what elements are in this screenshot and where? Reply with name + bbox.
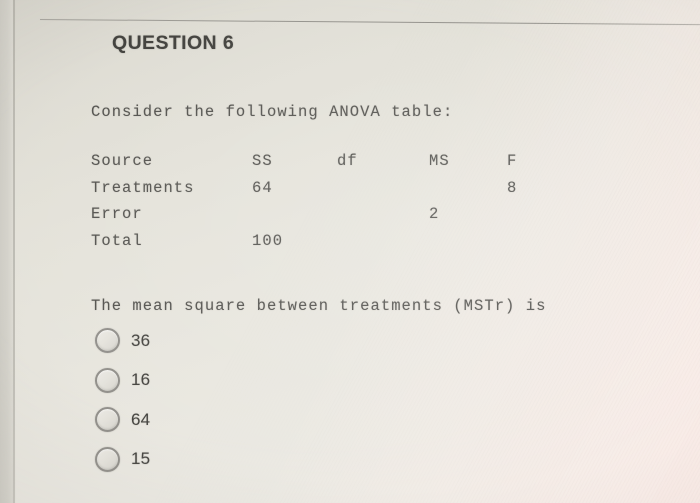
cell-df bbox=[337, 179, 429, 206]
column-header-f: F bbox=[507, 152, 518, 170]
answer-option-3[interactable]: 15 bbox=[95, 440, 150, 480]
cell-f: 8 bbox=[507, 178, 518, 197]
answer-option-label: 16 bbox=[131, 370, 151, 390]
cell-f bbox=[507, 232, 547, 259]
answer-options-list: 36 16 64 15 bbox=[95, 321, 150, 479]
cell-f bbox=[507, 205, 547, 232]
answer-option-label: 15 bbox=[131, 449, 151, 469]
radio-button-icon[interactable] bbox=[95, 367, 120, 393]
question-prompt-text: The mean square between treatments (MSTr… bbox=[91, 297, 547, 315]
cell-df bbox=[337, 205, 429, 232]
cell-ms: 2 bbox=[429, 205, 440, 223]
cell-ms bbox=[429, 232, 507, 259]
answer-option-2[interactable]: 64 bbox=[95, 400, 150, 440]
answer-option-label: 36 bbox=[131, 330, 151, 350]
answer-option-label: 64 bbox=[131, 409, 151, 429]
cell-ss: 64 bbox=[252, 178, 273, 197]
photographed-screen: QUESTION 6 Consider the following ANOVA … bbox=[0, 0, 700, 503]
radio-button-icon[interactable] bbox=[95, 328, 120, 354]
column-header-source: Source bbox=[91, 152, 154, 170]
anova-table: Source SS df MS F Treatments 64 8 Error bbox=[91, 152, 547, 258]
cell-ss bbox=[252, 205, 337, 232]
cell-source: Error bbox=[91, 205, 143, 223]
radio-button-icon[interactable] bbox=[95, 407, 120, 433]
cell-df bbox=[337, 232, 429, 259]
question-content: QUESTION 6 Consider the following ANOVA … bbox=[0, 0, 700, 503]
cell-source: Treatments bbox=[91, 178, 195, 197]
page-title: QUESTION 6 bbox=[112, 32, 235, 54]
answer-option-0[interactable]: 36 bbox=[95, 321, 150, 361]
column-header-ss: SS bbox=[252, 152, 273, 170]
answer-option-1[interactable]: 16 bbox=[95, 361, 150, 401]
column-header-df: df bbox=[337, 152, 358, 170]
table-row: Treatments 64 8 bbox=[91, 179, 547, 206]
table-header-row: Source SS df MS F bbox=[91, 152, 547, 179]
question-intro-text: Consider the following ANOVA table: bbox=[91, 103, 454, 121]
radio-button-icon[interactable] bbox=[95, 446, 120, 472]
cell-ss: 100 bbox=[252, 231, 284, 250]
cell-ms bbox=[429, 179, 507, 206]
column-header-ms: MS bbox=[429, 152, 450, 170]
table-row: Error 2 bbox=[91, 205, 547, 232]
cell-source: Total bbox=[91, 231, 143, 250]
table-row: Total 100 bbox=[91, 232, 547, 259]
